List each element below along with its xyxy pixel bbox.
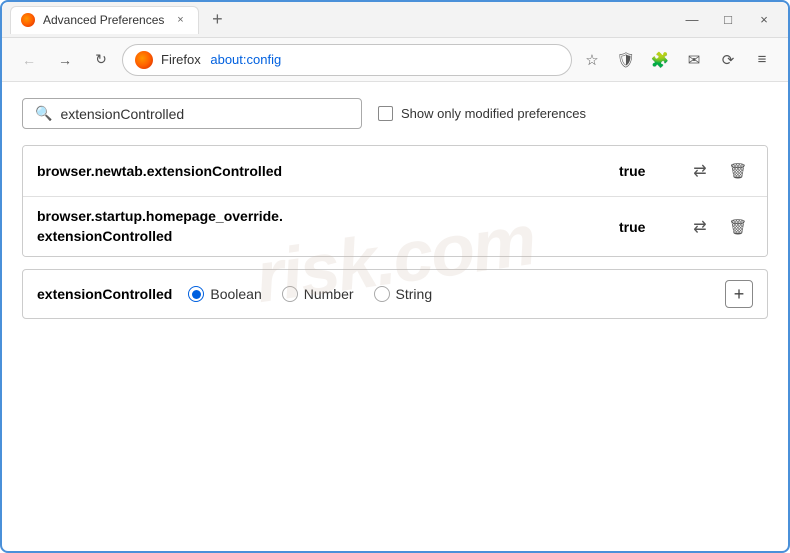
search-icon: 🔍 [35, 105, 52, 122]
content-area: 🔍 Show only modified preferences browser… [2, 82, 788, 335]
new-preference-row: extensionControlled Boolean Number Strin… [22, 269, 768, 319]
radio-string[interactable]: String [374, 286, 433, 302]
tab-favicon [21, 13, 35, 27]
nav-bar: ← → ↻ Firefox about:config ☆ 🛡 🧩 ✉ ⟳ ≡ [2, 38, 788, 82]
forward-button[interactable]: → [50, 45, 80, 75]
minimize-button[interactable]: — [676, 6, 708, 34]
tab-close-button[interactable]: × [172, 12, 188, 28]
close-button[interactable]: × [748, 6, 780, 34]
radio-label-boolean: Boolean [210, 286, 261, 302]
search-row: 🔍 Show only modified preferences [22, 98, 768, 129]
tab-title: Advanced Preferences [43, 13, 164, 27]
pref-name-1: browser.newtab.extensionControlled [37, 163, 619, 179]
pref-name-2: browser.startup.homepage_override. exten… [37, 207, 619, 246]
delete-icon-2: 🗑 [728, 218, 747, 236]
delete-button-1[interactable]: 🗑 [723, 156, 753, 186]
swap-button-2[interactable]: ⇄ [685, 212, 715, 242]
add-preference-button[interactable]: + [725, 280, 753, 308]
title-bar: Advanced Preferences × + — □ × [2, 2, 788, 38]
radio-circle-string [374, 286, 390, 302]
swap-icon: ⇄ [693, 161, 706, 181]
swap-icon-2: ⇄ [693, 217, 706, 237]
type-radio-group: Boolean Number String [188, 286, 432, 302]
browser-tab[interactable]: Advanced Preferences × [10, 6, 199, 34]
reload-button[interactable]: ↻ [86, 45, 116, 75]
show-modified-toggle[interactable]: Show only modified preferences [378, 106, 586, 121]
radio-circle-boolean [188, 286, 204, 302]
search-box[interactable]: 🔍 [22, 98, 362, 129]
menu-button[interactable]: ≡ [748, 46, 776, 74]
table-row: browser.startup.homepage_override. exten… [23, 197, 767, 256]
address-text: Firefox about:config [161, 52, 559, 67]
firefox-label: Firefox [161, 52, 201, 67]
radio-boolean[interactable]: Boolean [188, 286, 261, 302]
radio-label-string: String [396, 286, 433, 302]
window-controls: — □ × [676, 6, 780, 34]
show-modified-checkbox[interactable] [378, 106, 393, 121]
show-modified-label: Show only modified preferences [401, 106, 586, 121]
radio-label-number: Number [304, 286, 354, 302]
address-bar[interactable]: Firefox about:config [122, 44, 572, 76]
extension-button[interactable]: 🧩 [646, 46, 674, 74]
sync-button[interactable]: ⟳ [714, 46, 742, 74]
delete-icon: 🗑 [728, 162, 747, 180]
maximize-button[interactable]: □ [712, 6, 744, 34]
pref-value-2: true [619, 219, 669, 235]
swap-button-1[interactable]: ⇄ [685, 156, 715, 186]
radio-number[interactable]: Number [282, 286, 354, 302]
radio-dot-boolean [192, 290, 201, 299]
pref-value-1: true [619, 163, 669, 179]
new-pref-name: extensionControlled [37, 286, 172, 302]
pref-actions-2: ⇄ 🗑 [685, 212, 753, 242]
account-button[interactable]: ✉ [680, 46, 708, 74]
firefox-logo [135, 51, 153, 69]
address-url: about:config [210, 52, 281, 67]
back-button[interactable]: ← [14, 45, 44, 75]
radio-circle-number [282, 286, 298, 302]
preferences-table: browser.newtab.extensionControlled true … [22, 145, 768, 257]
delete-button-2[interactable]: 🗑 [723, 212, 753, 242]
bookmark-button[interactable]: ☆ [578, 46, 606, 74]
search-input[interactable] [60, 106, 349, 122]
shield-button[interactable]: 🛡 [612, 46, 640, 74]
new-tab-button[interactable]: + [203, 6, 231, 34]
table-row: browser.newtab.extensionControlled true … [23, 146, 767, 197]
pref-actions-1: ⇄ 🗑 [685, 156, 753, 186]
